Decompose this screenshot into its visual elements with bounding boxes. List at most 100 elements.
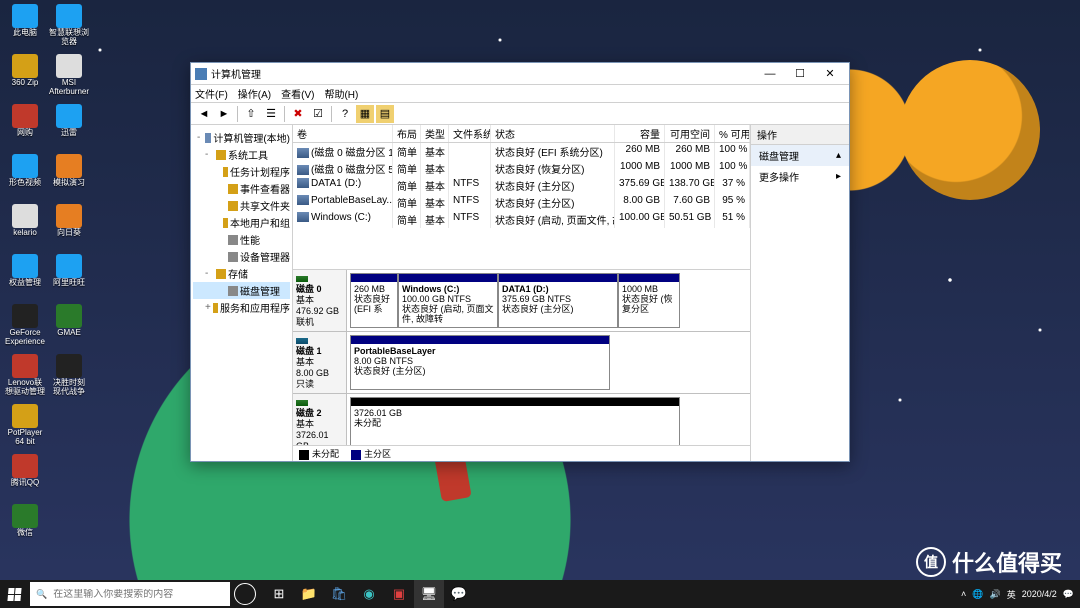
col-status[interactable]: 状态 [491,125,615,142]
col-free[interactable]: 可用空间 [665,125,715,142]
tree-item[interactable]: 任务计划程序 [193,163,290,180]
nav-tree[interactable]: -计算机管理(本地)-系统工具任务计划程序事件查看器共享文件夹本地用户和组性能设… [191,125,293,461]
col-percent[interactable]: % 可用 [715,125,750,142]
forward-button[interactable]: ► [215,105,233,123]
tree-item[interactable]: -计算机管理(本地) [193,129,290,146]
disk-header[interactable]: 磁盘 1基本8.00 GB只读 [293,332,347,393]
tree-item[interactable]: 事件查看器 [193,180,290,197]
taskbar: 🔍 ⊞ 📁 🛍 ◉ ▣ 🖥 💬 ˄ 🌐 🔊 英 2020/4/2 💬 [0,580,1080,608]
actions-section[interactable]: 磁盘管理▴ [751,145,849,166]
tree-item[interactable]: 磁盘管理 [193,282,290,299]
close-button[interactable]: ✕ [815,64,845,84]
back-button[interactable]: ◄ [195,105,213,123]
partition[interactable]: 3726.01 GB未分配 [350,397,680,445]
tree-item[interactable]: -存储 [193,265,290,282]
desktop-icon[interactable]: 腾讯QQ [4,454,46,504]
desktop-icon[interactable]: 模拟演习 [48,154,90,204]
partition[interactable]: 1000 MB状态良好 (恢复分区 [618,273,680,328]
col-capacity[interactable]: 容量 [615,125,665,142]
maximize-button[interactable]: ☐ [785,64,815,84]
volume-row[interactable]: (磁盘 0 磁盘分区 5)简单基本状态良好 (恢复分区)1000 MB1000 … [293,160,750,177]
desktop-icon[interactable]: kelario [4,204,46,254]
up-button[interactable]: ⇧ [242,105,260,123]
desktop-icons: 此电脑智慧联想浏览器360 ZipMSI Afterburner网购迅雷形色视频… [4,4,90,554]
titlebar[interactable]: 计算机管理 ― ☐ ✕ [191,63,849,85]
desktop-icon[interactable]: MSI Afterburner [48,54,90,104]
view-detail-button[interactable]: ▤ [376,105,394,123]
tray-expand-icon[interactable]: ˄ [961,589,966,599]
col-type[interactable]: 类型 [421,125,449,142]
desktop-icon[interactable]: 智慧联想浏览器 [48,4,90,54]
search-icon: 🔍 [36,589,47,600]
volume-row[interactable]: PortableBaseLay...简单基本NTFS状态良好 (主分区)8.00… [293,194,750,211]
desktop-icon[interactable]: 此电脑 [4,4,46,54]
legend-unallocated-icon [299,450,309,460]
tray-ime-indicator[interactable]: 英 [1007,588,1016,601]
minimize-button[interactable]: ― [755,64,785,84]
partition[interactable]: Windows (C:)100.00 GB NTFS状态良好 (启动, 页面文件… [398,273,498,328]
partition[interactable]: DATA1 (D:)375.69 GB NTFS状态良好 (主分区) [498,273,618,328]
watermark: 值 什么值得买 [916,546,1062,578]
system-tray: ˄ 🌐 🔊 英 2020/4/2 💬 [955,588,1080,601]
start-button[interactable] [0,580,28,608]
volume-row[interactable]: Windows (C:)简单基本NTFS状态良好 (启动, 页面文件, 故障转储… [293,211,750,228]
disk-header[interactable]: 磁盘 0基本476.92 GB联机 [293,270,347,331]
desktop-icon[interactable]: 权益管理 [4,254,46,304]
search-input[interactable] [53,589,224,600]
col-filesystem[interactable]: 文件系统 [449,125,491,142]
desktop-icon[interactable]: 微信 [4,504,46,554]
taskbar-app-compmgmt[interactable]: 🖥 [414,580,444,608]
desktop-icon[interactable]: Lenovo联想驱动管理 [4,354,46,404]
desktop-icon[interactable]: 形色视频 [4,154,46,204]
disk-graphical-view[interactable]: 磁盘 0基本476.92 GB联机260 MB状态良好 (EFI 系Window… [293,270,750,445]
tree-item[interactable]: +服务和应用程序 [193,299,290,316]
disk-header[interactable]: 磁盘 2基本3726.01 GB联机 [293,394,347,445]
menu-item[interactable]: 查看(V) [281,86,314,101]
watermark-text: 什么值得买 [952,546,1062,578]
volume-list[interactable]: 卷 布局 类型 文件系统 状态 容量 可用空间 % 可用 (磁盘 0 磁盘分区 … [293,125,750,270]
volume-row[interactable]: DATA1 (D:)简单基本NTFS状态良好 (主分区)375.69 GB138… [293,177,750,194]
volume-row[interactable]: (磁盘 0 磁盘分区 1)简单基本状态良好 (EFI 系统分区)260 MB26… [293,143,750,160]
taskbar-app-explorer[interactable]: 📁 [294,580,324,608]
desktop-icon[interactable]: GeForce Experience [4,304,46,354]
show-hide-button[interactable]: ☰ [262,105,280,123]
tree-item[interactable]: -系统工具 [193,146,290,163]
volume-list-header[interactable]: 卷 布局 类型 文件系统 状态 容量 可用空间 % 可用 [293,125,750,143]
desktop-icon[interactable]: 阿里旺旺 [48,254,90,304]
tree-item[interactable]: 本地用户和组 [193,214,290,231]
desktop-icon[interactable]: GMAE [48,304,90,354]
col-volume[interactable]: 卷 [293,125,393,142]
help-button[interactable]: ? [336,105,354,123]
desktop-icon[interactable]: PotPlayer 64 bit [4,404,46,454]
desktop-icon[interactable]: 向日葵 [48,204,90,254]
tray-notifications-icon[interactable]: 💬 [1063,589,1074,600]
desktop-icon[interactable]: 360 Zip [4,54,46,104]
properties-button[interactable]: ☑ [309,105,327,123]
taskbar-app-wechat[interactable]: 💬 [444,580,474,608]
menu-item[interactable]: 操作(A) [238,86,271,101]
refresh-button[interactable]: ✖ [289,105,307,123]
tray-volume-icon[interactable]: 🔊 [990,589,1001,600]
tree-item[interactable]: 设备管理器 [193,248,290,265]
disk-legend: 未分配 主分区 [293,445,750,461]
view-list-button[interactable]: ▦ [356,105,374,123]
partition[interactable]: PortableBaseLayer8.00 GB NTFS状态良好 (主分区) [350,335,610,390]
tray-clock[interactable]: 2020/4/2 [1022,589,1057,599]
more-actions[interactable]: 更多操作▸ [751,166,849,187]
tray-network-icon[interactable]: 🌐 [972,589,983,600]
menu-item[interactable]: 帮助(H) [324,86,358,101]
taskbar-app-lenovo[interactable]: ▣ [384,580,414,608]
taskbar-app-store[interactable]: 🛍 [324,580,354,608]
desktop-icon[interactable]: 网购 [4,104,46,154]
desktop-icon[interactable]: 迅雷 [48,104,90,154]
menu-item[interactable]: 文件(F) [195,86,228,101]
partition[interactable]: 260 MB状态良好 (EFI 系 [350,273,398,328]
search-box[interactable]: 🔍 [30,582,230,606]
tree-item[interactable]: 共享文件夹 [193,197,290,214]
desktop-icon[interactable]: 决胜时刻 现代战争 [48,354,90,404]
col-layout[interactable]: 布局 [393,125,421,142]
taskbar-app-edge[interactable]: ◉ [354,580,384,608]
tree-item[interactable]: 性能 [193,231,290,248]
task-view-button[interactable]: ⊞ [264,580,294,608]
cortana-button[interactable] [234,583,256,605]
